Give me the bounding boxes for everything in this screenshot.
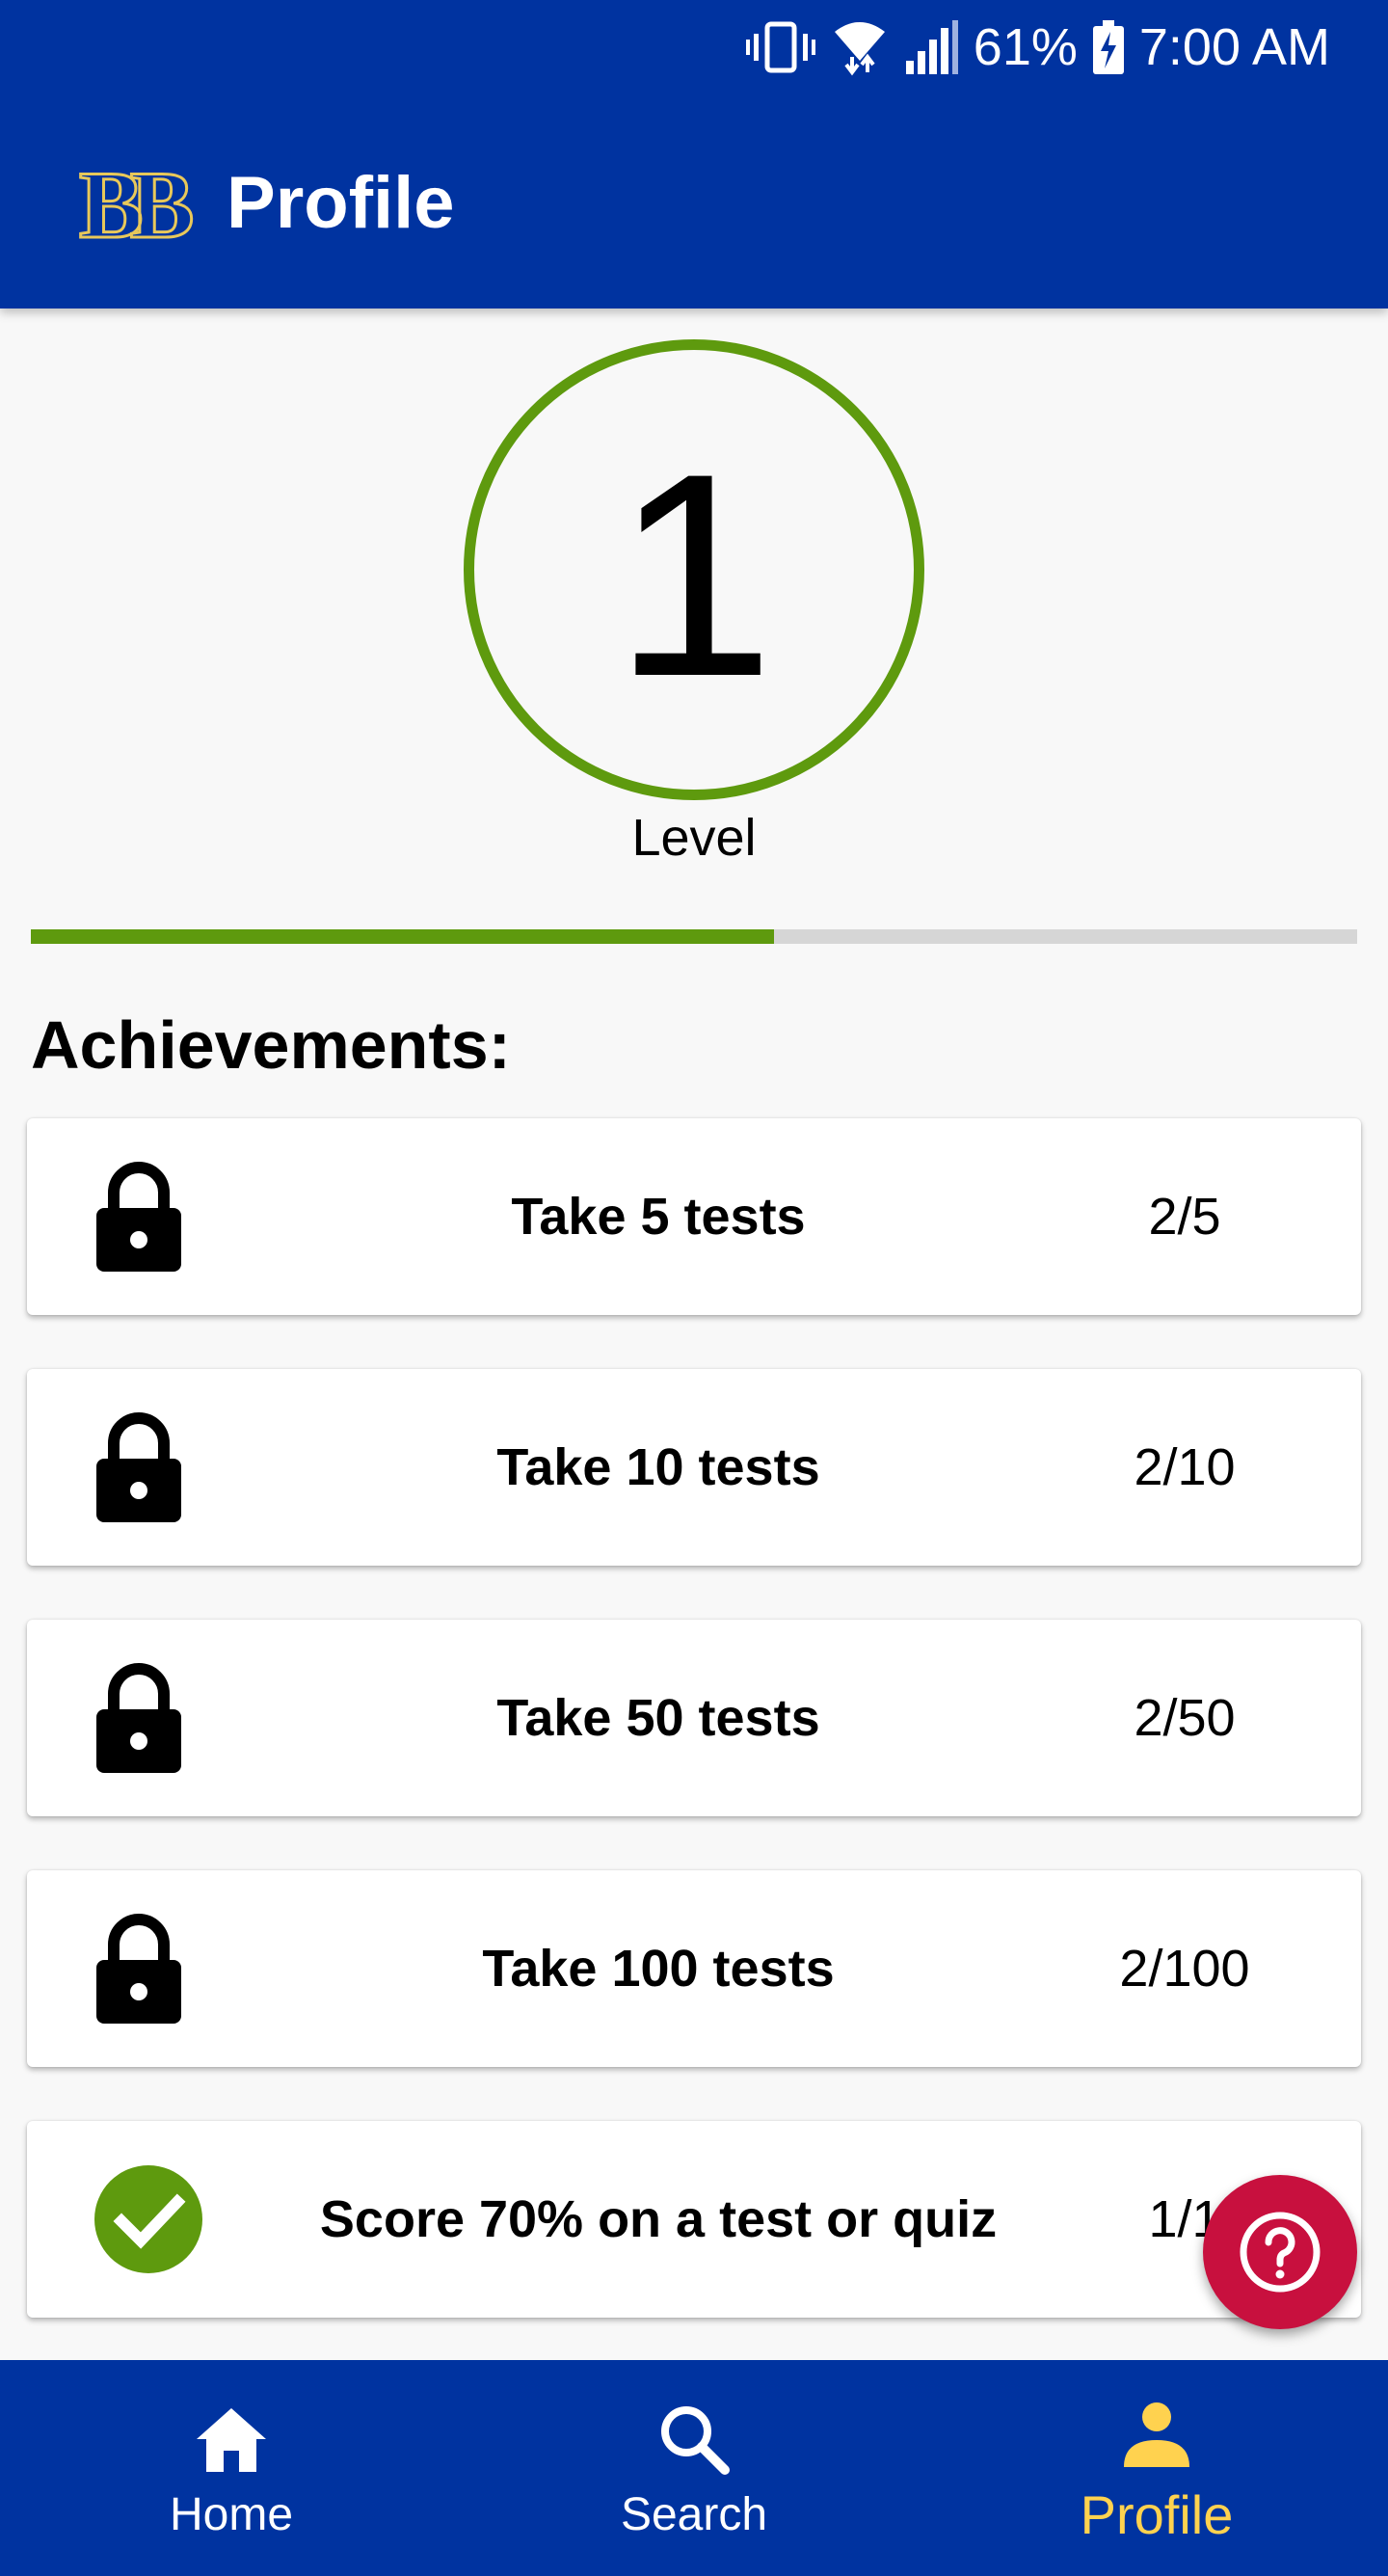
page-title: Profile [227,161,455,244]
help-icon [1238,2210,1322,2294]
nav-profile-label: Profile [1080,2483,1234,2545]
battery-percent: 61% [973,18,1078,76]
bottom-navigation: Home Search Profile [0,2360,1388,2576]
lock-icon [66,1870,229,2067]
lock-icon [66,1369,229,1566]
status-bar: 61% 7:00 AM [744,13,1330,81]
xp-progress-bar [31,929,1357,944]
lock-icon [66,1620,229,1816]
clock: 7:00 AM [1138,18,1330,76]
check-circle-icon [66,2121,229,2318]
svg-text:BB: BB [79,154,192,251]
help-button[interactable] [1203,2175,1357,2329]
nav-search[interactable]: Search [463,2360,925,2576]
lock-icon [66,1118,229,1315]
nav-home-label: Home [169,2488,294,2540]
toolbar: BB Profile [79,154,455,251]
nav-home[interactable]: Home [0,2360,463,2576]
achievement-card[interactable]: Take 10 tests 2/10 [27,1369,1361,1566]
achievement-progress: 2/5 [1148,1188,1221,1246]
achievement-card[interactable]: Score 70% on a test or quiz 1/1 [27,2121,1361,2318]
achievement-title: Take 5 tests [511,1188,806,1246]
battery-charging-icon [1091,18,1126,76]
nav-profile[interactable]: Profile [925,2360,1388,2576]
achievement-title: Take 100 tests [482,1940,835,1998]
app-bar: 61% 7:00 AM BB Profile [0,0,1388,309]
achievement-progress: 2/100 [1119,1940,1250,1998]
level-number: 1 [613,413,775,737]
achievements-heading: Achievements: [31,1007,511,1083]
wifi-icon [831,18,889,76]
achievement-card[interactable]: Take 100 tests 2/100 [27,1870,1361,2067]
person-icon [1122,2391,1191,2478]
bb-logo: BB [79,154,209,251]
achievement-title: Take 50 tests [496,1689,820,1747]
achievement-title: Take 10 tests [496,1438,820,1496]
level-ring: 1 [464,339,924,800]
achievement-card[interactable]: Take 5 tests 2/5 [27,1118,1361,1315]
achievement-progress: 2/10 [1134,1438,1236,1496]
achievement-title: Score 70% on a test or quiz [319,2190,998,2248]
achievement-card[interactable]: Take 50 tests 2/50 [27,1620,1361,1816]
vibrate-icon [744,18,817,76]
home-icon [193,2396,270,2482]
signal-icon [902,18,960,76]
level-label: Level [631,809,757,867]
xp-progress-fill [31,929,774,944]
achievement-progress: 2/50 [1134,1689,1236,1747]
search-icon [657,2396,731,2482]
nav-search-label: Search [620,2488,768,2540]
